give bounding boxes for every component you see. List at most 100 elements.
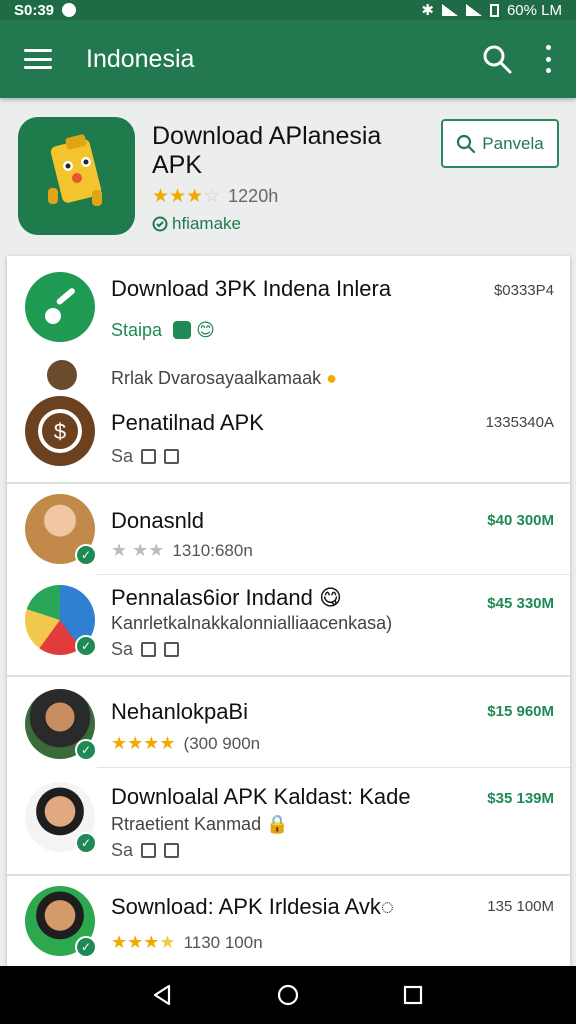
emoji-icon: 😊 [196, 320, 215, 340]
header-badge: hfiamake [152, 214, 241, 234]
avatar: ✓ [25, 886, 97, 958]
item-actions: Sa [111, 639, 180, 660]
emoji-icon: ● [326, 368, 337, 388]
list-item[interactable]: Download 3PK Indena Inlera $0333P4 Staip… [7, 256, 570, 352]
item-actions-label: Sa [111, 446, 134, 466]
header-button-label: Panvela [482, 133, 544, 153]
item-title-text: Pennalas6ior Indand [111, 585, 313, 610]
wifi-icon [441, 4, 458, 16]
item-price: 1335340A [485, 414, 554, 431]
app-icon: $ [25, 396, 95, 466]
header-search-button[interactable]: Panvela [441, 119, 559, 168]
item-title: Downloalal APK Kaldast: Kade [111, 784, 411, 809]
item-actions: Sa [111, 840, 180, 861]
share-icon[interactable] [164, 843, 180, 858]
status-bar: S0:39 ✱ 60% LM [0, 0, 576, 20]
header-badge-label: hfiamake [172, 214, 241, 233]
item-title-text: Sownload: APK Irldesia Avk [111, 894, 381, 919]
verified-icon [152, 216, 168, 232]
thumbs-up-icon[interactable] [141, 843, 157, 858]
emoji-icon: 😋 [318, 585, 342, 610]
loading-icon: ◌ [380, 894, 394, 919]
verified-check-icon: ✓ [75, 544, 97, 566]
item-subtitle-text: Staipa [111, 320, 163, 340]
avatar: ✓ [25, 494, 97, 566]
app-list: Download 3PK Indena Inlera $0333P4 Staip… [7, 256, 570, 968]
item-subtitle: Rtraetient Kanmad 🔒 [111, 814, 289, 835]
item-rating-count: 1130 100n [183, 933, 263, 952]
verified-check-icon: ✓ [75, 936, 97, 958]
wrench-icon [45, 288, 75, 324]
share-icon[interactable] [164, 449, 180, 464]
header-rating: ★★★☆ 1220h [152, 186, 279, 207]
app-icon [25, 272, 95, 342]
battery-icon [489, 3, 499, 17]
item-title: Pennalas6ior Indand 😋 [111, 585, 342, 611]
recents-icon[interactable] [401, 983, 425, 1007]
verified-check-icon: ✓ [75, 739, 97, 761]
item-subtitle-text: Rtraetient Kanmad [111, 814, 262, 834]
list-item[interactable]: Rrlak Dvarosayaalkamaak ● [7, 356, 570, 396]
signal-icon [465, 4, 482, 16]
list-item[interactable]: ✓ Downloalal APK Kaldast: Kade $35 139M … [7, 768, 570, 874]
app-icon: ✓ [25, 585, 97, 657]
svg-text:$: $ [54, 419, 66, 444]
app-bar: Indonesia [0, 20, 576, 98]
item-rating: ★★★★ 1130 100n [111, 932, 263, 952]
search-icon [457, 134, 476, 153]
more-vert-icon[interactable] [544, 45, 552, 73]
system-nav-bar [0, 966, 576, 1024]
item-rating-count: 1310:680n [172, 541, 253, 560]
list-item[interactable]: ✓ Donasnld $40 300M ★ ★★ 1310:680n [7, 484, 570, 574]
item-subtitle-text: Rrlak Dvarosayaalkamaak [111, 368, 322, 388]
mascot-icon [47, 134, 102, 206]
back-icon[interactable] [151, 983, 175, 1007]
app-bar-title: Indonesia [86, 44, 195, 73]
header-rating-count: 1220h [228, 186, 279, 206]
item-subtitle: Staipa 😊 [111, 320, 215, 341]
status-time: S0:39 [14, 1, 55, 19]
home-icon[interactable] [276, 983, 300, 1007]
item-price: $35 139M [487, 790, 554, 807]
item-actions-label: Sa [111, 840, 134, 860]
list-item[interactable]: $ Penatilnad APK 1335340A Sa [7, 396, 570, 482]
app-header-card: Download APlanesia APK ★★★☆ 1220h hfiamak… [0, 100, 576, 250]
list-item[interactable]: ✓ Pennalas6ior Indand 😋 $45 330M Kanrlet… [7, 575, 570, 675]
item-rating: ★★★★ (300 900n [111, 733, 261, 753]
item-rating: ★ ★★ 1310:680n [111, 540, 253, 560]
item-price: $15 960M [487, 703, 554, 720]
avatar [47, 360, 77, 390]
item-rating-count: (300 900n [183, 734, 261, 753]
avatar: ✓ [25, 782, 97, 854]
item-title: Donasnld [111, 508, 204, 533]
status-right: ✱ 60% LM [421, 1, 562, 20]
verified-check-icon: ✓ [75, 832, 97, 854]
item-actions-label: Sa [111, 639, 134, 659]
notification-icon [62, 3, 77, 17]
share-icon[interactable] [164, 642, 180, 657]
item-actions: Sa [111, 446, 180, 467]
list-item[interactable]: ✓ Sownload: APK Irldesia Avk◌ 135 100M ★… [7, 876, 570, 968]
menu-icon[interactable] [24, 49, 52, 69]
item-title: Download 3PK Indena Inlera [111, 276, 392, 301]
item-subtitle: Rrlak Dvarosayaalkamaak ● [111, 368, 337, 389]
thumbs-up-icon[interactable] [141, 642, 157, 657]
bluetooth-icon: ✱ [421, 2, 434, 19]
item-title: NehanlokpaBi [111, 699, 248, 724]
item-subtitle: Kanrletkalnakkalonnialliaacenkasa) [111, 613, 393, 633]
item-title: Sownload: APK Irldesia Avk◌ [111, 894, 394, 920]
header-title: Download APlanesia APK [152, 122, 382, 179]
badge-icon [173, 321, 192, 339]
avatar: ✓ [25, 689, 97, 761]
item-title: Penatilnad APK [111, 410, 264, 435]
item-price: 135 100M [487, 898, 554, 915]
verified-check-icon: ✓ [75, 635, 97, 657]
coin-icon: $ [38, 409, 82, 453]
battery-text: 60% LM [506, 1, 562, 19]
app-icon[interactable] [18, 117, 135, 235]
list-item[interactable]: ✓ NehanlokpaBi $15 960M ★★★★ (300 900n [7, 677, 570, 767]
item-price: $40 300M [487, 512, 554, 529]
thumbs-up-icon[interactable] [141, 449, 157, 464]
item-price: $0333P4 [493, 282, 554, 299]
search-icon[interactable] [480, 42, 514, 76]
